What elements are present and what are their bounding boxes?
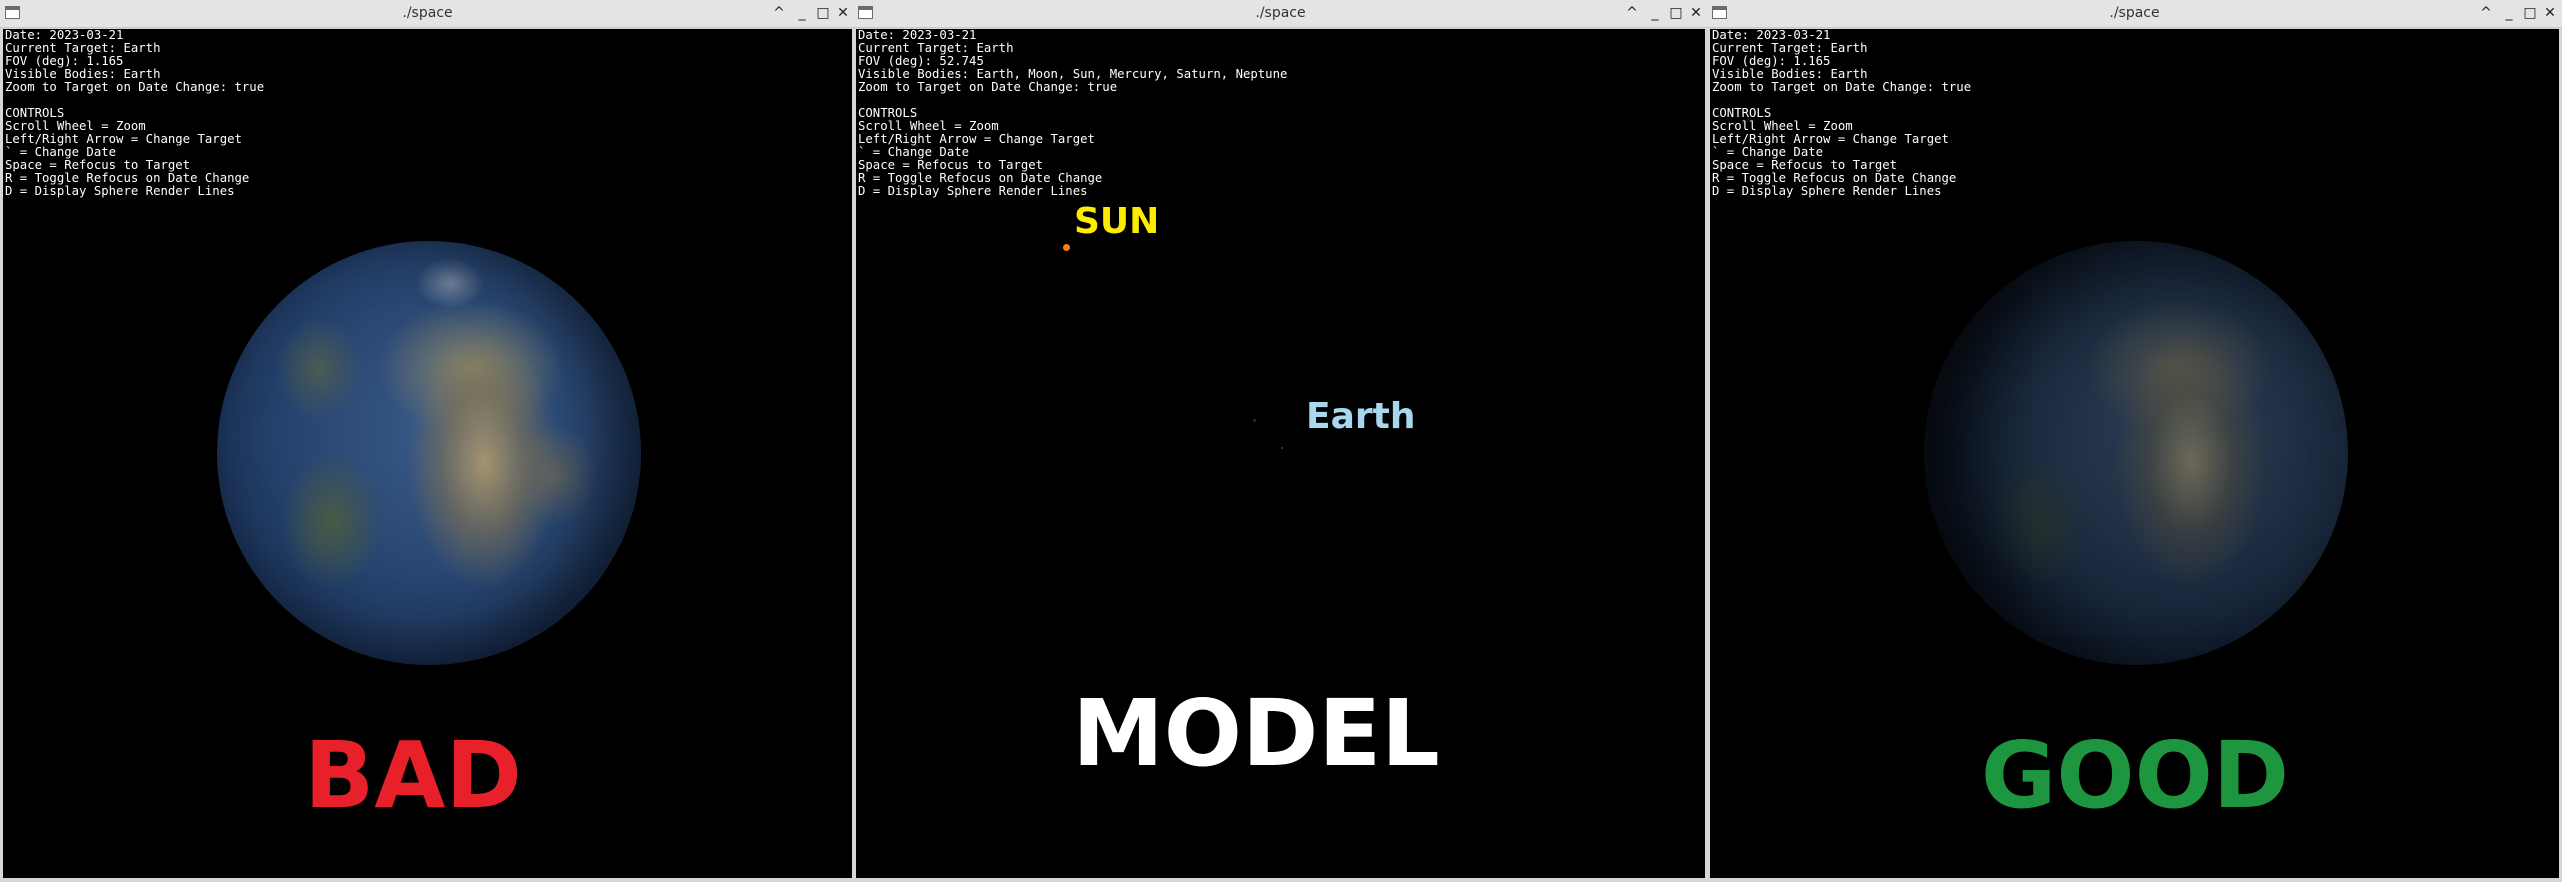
earth-sphere bbox=[1924, 241, 2348, 665]
close-button[interactable]: ✕ bbox=[1686, 3, 1706, 23]
close-button[interactable]: ✕ bbox=[833, 3, 853, 23]
window-right[interactable]: ./space ^ _ □ ✕ Date: 2023-03-21 Current … bbox=[1707, 0, 2562, 882]
model-label: MODEL bbox=[1072, 680, 1440, 787]
render-viewport[interactable]: Date: 2023-03-21 Current Target: Earth FOV… bbox=[856, 29, 1705, 878]
titlebar[interactable]: ./space ^ _ □ ✕ bbox=[1707, 0, 2562, 28]
moon-dot bbox=[1253, 419, 1256, 422]
maximize-button[interactable]: □ bbox=[2520, 3, 2540, 23]
earth-sphere bbox=[217, 241, 641, 665]
window-left[interactable]: ./space ^ _ □ ✕ Date: 2023-03-21 Current … bbox=[0, 0, 855, 882]
bad-label: BAD bbox=[304, 722, 522, 829]
hud-info: Date: 2023-03-21 Current Target: Earth FOV… bbox=[5, 29, 264, 198]
window-title: ./space bbox=[1255, 5, 1306, 21]
hud-info: Date: 2023-03-21 Current Target: Earth FOV… bbox=[1712, 29, 1971, 198]
sun-dot bbox=[1063, 244, 1070, 251]
shade-up-icon[interactable]: ^ bbox=[769, 3, 789, 23]
minimize-button[interactable]: _ bbox=[792, 3, 812, 23]
window-title: ./space bbox=[402, 5, 453, 21]
titlebar[interactable]: ./space ^ _ □ ✕ bbox=[0, 0, 855, 28]
window-title: ./space bbox=[2109, 5, 2160, 21]
hud-zoom-setting: Zoom to Target on Date Change: true bbox=[1712, 80, 1972, 94]
sun-label: SUN bbox=[1074, 201, 1160, 242]
control-line: D = Display Sphere Render Lines bbox=[5, 184, 235, 198]
hud-zoom-setting: Zoom to Target on Date Change: true bbox=[858, 80, 1118, 94]
minimize-button[interactable]: _ bbox=[2499, 3, 2519, 23]
earth-dot bbox=[1281, 447, 1283, 449]
hud-zoom-setting: Zoom to Target on Date Change: true bbox=[5, 80, 265, 94]
hud-info: Date: 2023-03-21 Current Target: Earth FOV… bbox=[858, 29, 1287, 198]
control-line: D = Display Sphere Render Lines bbox=[858, 184, 1088, 198]
render-viewport[interactable]: Date: 2023-03-21 Current Target: Earth FOV… bbox=[3, 29, 852, 878]
shade-up-icon[interactable]: ^ bbox=[2476, 3, 2496, 23]
close-button[interactable]: ✕ bbox=[2540, 3, 2560, 23]
window-middle[interactable]: ./space ^ _ □ ✕ Date: 2023-03-21 Current … bbox=[853, 0, 1708, 882]
earth-label: Earth bbox=[1306, 396, 1416, 437]
titlebar[interactable]: ./space ^ _ □ ✕ bbox=[853, 0, 1708, 28]
render-viewport[interactable]: Date: 2023-03-21 Current Target: Earth FOV… bbox=[1710, 29, 2559, 878]
minimize-button[interactable]: _ bbox=[1645, 3, 1665, 23]
shade-up-icon[interactable]: ^ bbox=[1622, 3, 1642, 23]
good-label: GOOD bbox=[1980, 722, 2290, 829]
maximize-button[interactable]: □ bbox=[1666, 3, 1686, 23]
control-line: D = Display Sphere Render Lines bbox=[1712, 184, 1942, 198]
maximize-button[interactable]: □ bbox=[813, 3, 833, 23]
